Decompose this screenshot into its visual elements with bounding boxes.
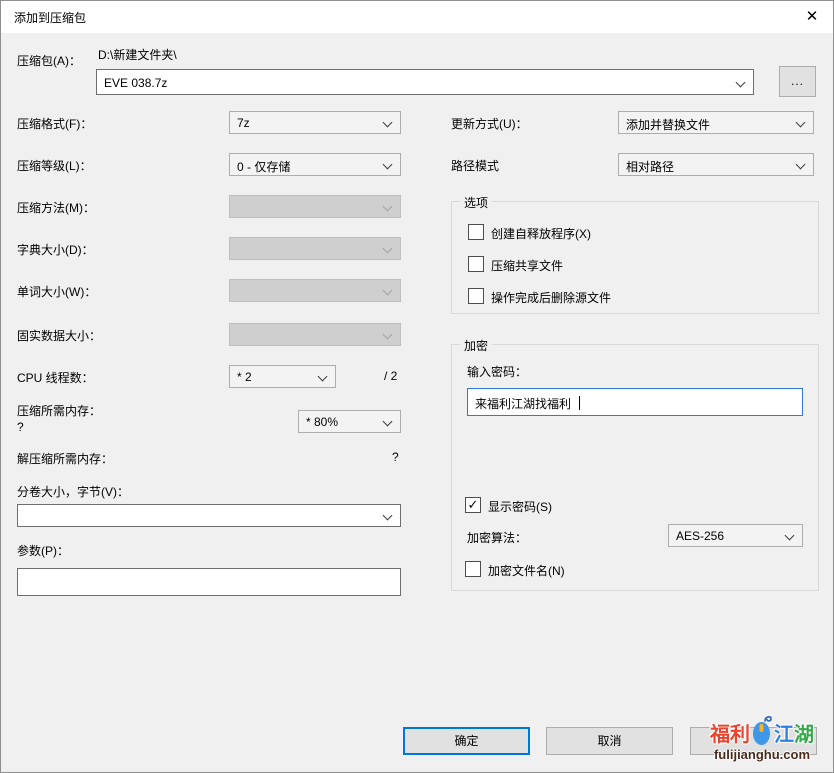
dictionary-label: 字典大小(D)： [17,243,94,257]
format-combobox[interactable]: 7z [229,111,401,134]
chevron-down-icon [382,243,393,254]
memory-decompress-value: ? [392,450,399,464]
show-password-label[interactable]: 显示密码(S) [488,498,552,515]
close-icon[interactable]: ✕ [799,5,825,29]
volume-size-combobox[interactable] [17,504,401,527]
level-value: 0 - 仅存储 [237,160,291,174]
title-bar: 添加到压缩包 ✕ [1,1,833,33]
help-button[interactable] [690,727,817,755]
shared-files-label[interactable]: 压缩共享文件 [491,257,563,274]
chevron-down-icon [317,371,328,382]
cpu-threads-label: CPU 线程数： [17,371,94,385]
solid-size-combobox [229,323,401,346]
chevron-down-icon [382,117,393,128]
delete-after-label[interactable]: 操作完成后删除源文件 [491,289,611,306]
create-sfx-checkbox[interactable] [468,224,484,240]
word-size-combobox [229,279,401,302]
parameters-label: 参数(P)： [17,544,69,558]
enter-password-label: 输入密码： [467,365,528,379]
browse-button[interactable]: ... [779,66,816,97]
update-mode-value: 添加并替换文件 [626,118,711,132]
archive-label: 压缩包(A)： [17,54,81,68]
memory-compress-note: ? [17,420,24,434]
chevron-down-icon [735,77,746,88]
method-label: 压缩方法(M)： [17,201,95,215]
cpu-threads-max: / 2 [384,369,398,383]
path-mode-combobox[interactable]: 相对路径 [618,153,814,176]
method-combobox [229,195,401,218]
memory-compress-combobox[interactable]: * 80% [298,410,401,433]
cancel-button[interactable]: 取消 [546,727,673,755]
chevron-down-icon [795,117,806,128]
password-input[interactable]: 来福利江湖找福利 [467,388,803,416]
encryption-group-title: 加密 [460,337,493,354]
chevron-down-icon [382,329,393,340]
path-mode-label: 路径模式 [451,159,500,173]
chevron-down-icon [382,510,393,521]
delete-after-checkbox[interactable] [468,288,484,304]
archive-dir-path: D:\新建文件夹\ [98,48,177,62]
dictionary-combobox [229,237,401,260]
memory-decompress-label: 解压缩所需内存： [17,452,114,466]
chevron-down-icon [784,530,795,541]
solid-size-label: 固实数据大小： [17,329,102,343]
algorithm-value: AES-256 [676,529,725,543]
memory-compress-label: 压缩所需内存： [17,404,102,418]
check-icon: ✓ [467,497,479,512]
path-mode-value: 相对路径 [626,160,675,174]
chevron-down-icon [382,201,393,212]
level-label: 压缩等级(L)： [17,159,92,173]
encryption-group: 加密 输入密码： 来福利江湖找福利 ✓ 显示密码(S) 加密算法： AES-25… [451,337,819,591]
options-group: 选项 创建自释放程序(X) 压缩共享文件 操作完成后删除源文件 [451,194,819,314]
update-mode-combobox[interactable]: 添加并替换文件 [618,111,814,134]
volume-size-label: 分卷大小，字节(V)： [17,485,129,499]
parameters-input[interactable] [17,568,401,596]
update-mode-label: 更新方式(U)： [451,117,528,131]
word-size-label: 单词大小(W)： [17,285,97,299]
text-caret [579,396,580,410]
format-value: 7z [237,116,250,130]
archive-name-combobox[interactable]: EVE 038.7z [96,69,754,95]
chevron-down-icon [382,416,393,427]
chevron-down-icon [382,285,393,296]
dialog-title: 添加到压缩包 [14,11,87,25]
encrypt-names-checkbox[interactable] [465,561,481,577]
shared-files-checkbox[interactable] [468,256,484,272]
add-to-archive-dialog: 添加到压缩包 ✕ 压缩包(A)： D:\新建文件夹\ EVE 038.7z ..… [0,0,834,773]
algorithm-combobox[interactable]: AES-256 [668,524,803,547]
format-label: 压缩格式(F)： [17,117,93,131]
archive-name-value: EVE 038.7z [104,76,168,90]
cpu-threads-value: * 2 [237,370,252,384]
create-sfx-label[interactable]: 创建自释放程序(X) [491,225,591,242]
memory-compress-value: * 80% [306,415,339,429]
ok-button[interactable]: 确定 [403,727,530,755]
cpu-threads-combobox[interactable]: * 2 [229,365,336,388]
show-password-checkbox[interactable]: ✓ [465,497,481,513]
options-group-title: 选项 [460,194,493,211]
encrypt-names-label[interactable]: 加密文件名(N) [488,562,565,579]
password-value: 来福利江湖找福利 [475,397,572,411]
chevron-down-icon [795,159,806,170]
chevron-down-icon [382,159,393,170]
level-combobox[interactable]: 0 - 仅存储 [229,153,401,176]
algorithm-label: 加密算法： [467,531,528,545]
